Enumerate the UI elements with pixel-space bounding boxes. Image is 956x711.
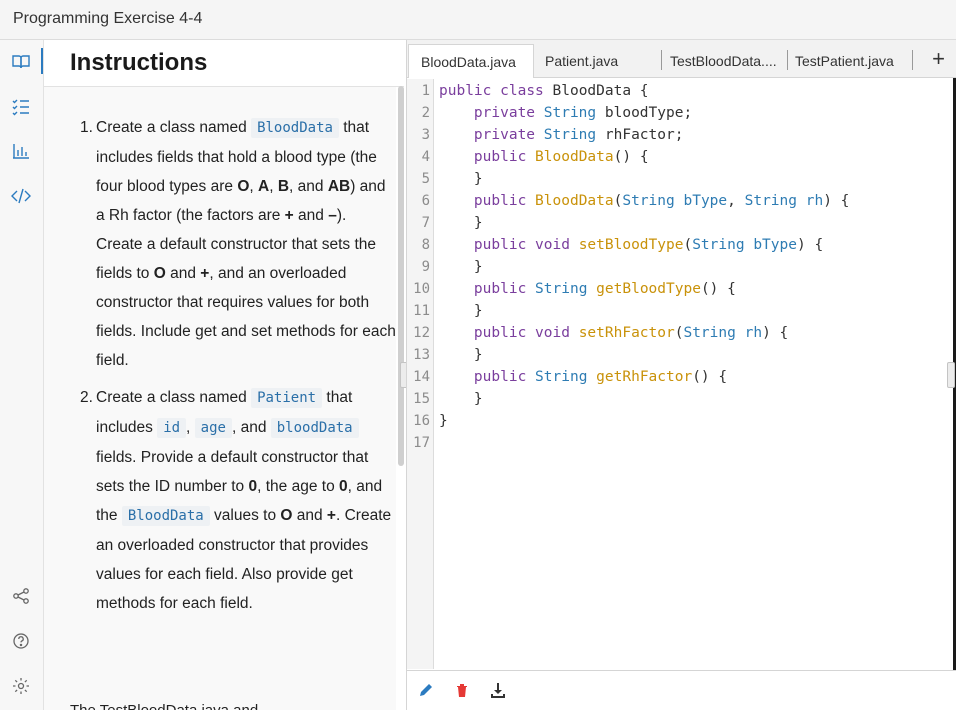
app-title: Programming Exercise 4-4 [13,10,203,27]
instructions-header: Instructions [44,40,404,87]
code-line: } [439,171,483,187]
line-number-gutter: 1 2 3 4 5 6 7 8 9 10 11 12 13 14 15 16 17 [407,79,434,669]
list-item: 1. Create a class named BloodData that i… [80,118,396,369]
line-number: 10 [413,281,430,297]
line-number: 11 [413,303,430,319]
line-number: 16 [413,413,430,429]
inline-code: Patient [251,388,323,408]
code-line: } [439,215,483,231]
code-line: public void setBloodType(String bType) { [473,237,824,253]
line-number: 1 [421,83,430,99]
book-icon[interactable] [0,48,42,76]
instructions-list: 1. Create a class named BloodData that i… [44,113,396,626]
editor-footer [407,670,956,711]
line-number: 5 [421,171,430,187]
code-line: } [439,391,483,407]
line-number: 17 [413,435,430,451]
line-number: 6 [421,193,430,209]
code-line: } [439,347,483,363]
line-number: 2 [421,105,430,121]
inline-code: age [194,418,232,438]
help-icon[interactable] [0,627,42,655]
line-number: 8 [421,237,430,253]
tab-divider [912,50,913,70]
line-number: 13 [413,347,430,363]
tab-patient[interactable]: Patient.java [533,44,657,78]
code-line: } [439,413,448,429]
download-icon[interactable] [489,681,507,699]
inline-code: bloodData [270,418,359,438]
code-icon[interactable] [0,182,42,210]
pencil-icon[interactable] [417,681,435,699]
line-number: 15 [413,391,430,407]
code-line: public BloodData(String bType, String rh… [473,193,850,209]
inline-code: BloodData [121,506,210,526]
code-line: public BloodData() { [473,149,649,165]
code-line: public String getBloodType() { [473,281,736,297]
line-number: 14 [413,369,430,385]
add-tab-button[interactable]: + [932,46,945,72]
line-number: 3 [421,127,430,143]
code-line: private String bloodType; [473,105,693,121]
line-number: 12 [413,325,430,341]
checklist-icon[interactable] [0,93,42,121]
instructions-title: Instructions [70,49,208,76]
tab-testblooddata[interactable]: TestBloodData.... [658,44,786,78]
code-line: public class BloodData { [439,83,649,99]
share-icon[interactable] [0,582,42,610]
list-item: 2. Create a class named Patient that inc… [80,388,392,612]
line-number: 9 [421,259,430,275]
gear-icon[interactable] [0,672,42,700]
editor-tabs: BloodData.java Patient.java TestBloodDat… [407,40,956,78]
instructions-content: 1. Create a class named BloodData that i… [44,87,396,710]
instructions-panel: Instructions 1. Create a class named Blo… [44,40,404,710]
trash-icon[interactable] [453,681,471,699]
bar-chart-icon[interactable] [0,137,42,165]
instructions-tail-text: The TestBloodData.java and [70,702,258,710]
code-line: private String rhFactor; [473,127,684,143]
title-bar: Programming Exercise 4-4 [0,0,956,40]
tab-blooddata[interactable]: BloodData.java [408,44,534,78]
inline-code: BloodData [251,118,339,138]
inline-code: id [157,418,187,438]
line-number: 4 [421,149,430,165]
code-line: } [439,259,483,275]
instructions-scrollbar[interactable] [398,86,404,466]
line-number: 7 [421,215,430,231]
code-editor: BloodData.java Patient.java TestBloodDat… [406,40,956,711]
left-rail [0,40,44,710]
tab-testpatient[interactable]: TestPatient.java [783,44,913,78]
code-line: public void setRhFactor(String rh) { [473,325,789,341]
code-line: } [439,303,483,319]
resize-handle-right[interactable] [947,362,955,388]
code-line: public String getRhFactor() { [473,369,728,385]
